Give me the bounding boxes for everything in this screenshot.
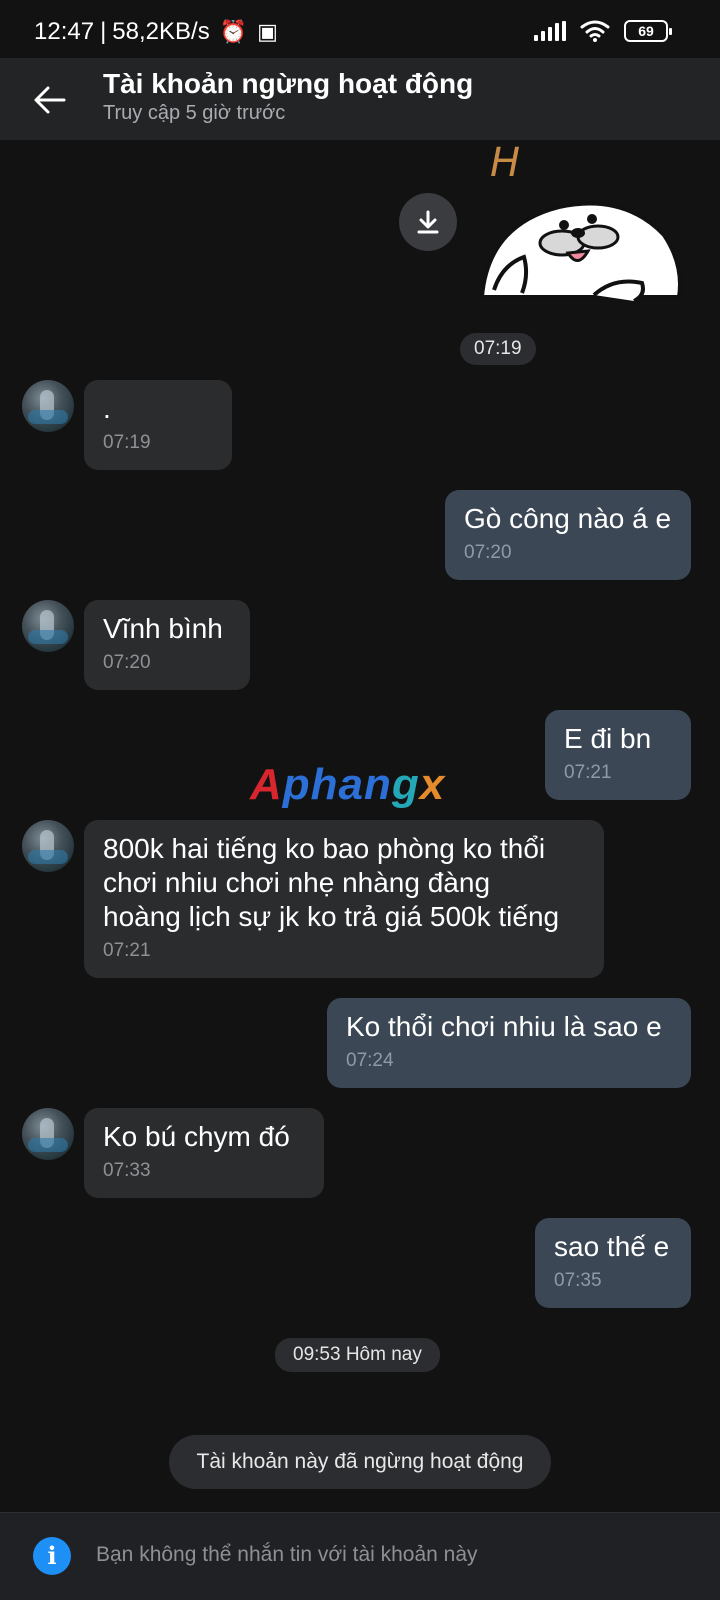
alarm-icon: ⏰ bbox=[219, 19, 248, 44]
message-time: 07:19 bbox=[103, 432, 151, 453]
back-button[interactable] bbox=[28, 78, 72, 122]
message-text: Ko bú chym đó bbox=[103, 1121, 290, 1152]
battery-icon: 69 bbox=[624, 20, 672, 42]
avatar[interactable] bbox=[22, 600, 74, 652]
date-separator: 09:53 Hôm nay bbox=[275, 1338, 440, 1372]
message-bubble-incoming[interactable]: . 07:19 bbox=[84, 380, 232, 470]
message-bubble-incoming[interactable]: Ko bú chym đó 07:33 bbox=[84, 1108, 324, 1198]
message-text: Gò công nào á e bbox=[464, 503, 672, 534]
message-bubble-incoming[interactable]: 800k hai tiếng ko bao phòng ko thổi chơi… bbox=[84, 820, 604, 978]
message-text: Vĩnh bình bbox=[103, 613, 223, 644]
avatar[interactable] bbox=[22, 380, 74, 432]
footer-notice: Bạn không thể nhắn tin với tài khoản này bbox=[96, 1543, 478, 1566]
message-bubble-outgoing[interactable]: Ko thổi chơi nhiu là sao e 07:24 bbox=[327, 998, 691, 1088]
message-time: 07:20 bbox=[464, 542, 512, 563]
app-icon: ▣ bbox=[257, 19, 278, 44]
message-bubble-outgoing[interactable]: Gò công nào á e 07:20 bbox=[445, 490, 691, 580]
last-seen: Truy cập 5 giờ trước bbox=[103, 102, 286, 124]
status-right: 69 bbox=[534, 20, 672, 42]
message-text: 800k hai tiếng ko bao phòng ko thổi chơi… bbox=[103, 833, 560, 932]
chat-area[interactable]: H 07:19 . 07:19 Gò công nào á e 07:20 Vĩ… bbox=[0, 140, 720, 1512]
status-left: 12:47 | 58,2KB/s ⏰ ▣ bbox=[34, 18, 278, 46]
message-time: 07:21 bbox=[103, 940, 151, 961]
sticker-letter: H bbox=[490, 140, 521, 186]
download-icon bbox=[417, 210, 439, 234]
chat-header: Tài khoản ngừng hoạt động Truy cập 5 giờ… bbox=[0, 58, 720, 140]
message-text: sao thế e bbox=[554, 1231, 670, 1262]
avatar[interactable] bbox=[22, 1108, 74, 1160]
network-speed: 58,2KB/s bbox=[112, 18, 210, 45]
signal-icon bbox=[534, 21, 566, 41]
message-text: Ko thổi chơi nhiu là sao e bbox=[346, 1011, 662, 1042]
status-bar: 12:47 | 58,2KB/s ⏰ ▣ 69 bbox=[0, 0, 720, 58]
message-bubble-incoming[interactable]: Vĩnh bình 07:20 bbox=[84, 600, 250, 690]
contact-name[interactable]: Tài khoản ngừng hoạt động bbox=[103, 68, 473, 100]
message-text: . bbox=[103, 393, 111, 424]
download-button[interactable] bbox=[399, 193, 457, 251]
message-time: 07:33 bbox=[103, 1160, 151, 1181]
seal-sticker[interactable] bbox=[474, 195, 689, 320]
chat-footer: i Bạn không thể nhắn tin với tài khoản n… bbox=[0, 1512, 720, 1600]
avatar[interactable] bbox=[22, 820, 74, 872]
system-notice: Tài khoản này đã ngừng hoạt động bbox=[169, 1435, 551, 1489]
message-text: E đi bn bbox=[564, 723, 652, 754]
message-time: 07:21 bbox=[564, 762, 612, 783]
clock: 12:47 bbox=[34, 18, 95, 45]
wifi-icon bbox=[580, 20, 610, 42]
watermark-logo: Aphangx bbox=[250, 760, 446, 809]
time-separator: 07:19 bbox=[460, 333, 536, 365]
message-time: 07:35 bbox=[554, 1270, 602, 1291]
separator: | bbox=[100, 18, 107, 45]
message-bubble-outgoing[interactable]: E đi bn 07:21 bbox=[545, 710, 691, 800]
message-time: 07:24 bbox=[346, 1050, 394, 1071]
message-time: 07:20 bbox=[103, 652, 151, 673]
info-icon: i bbox=[33, 1537, 71, 1575]
message-bubble-outgoing[interactable]: sao thế e 07:35 bbox=[535, 1218, 691, 1308]
arrow-left-icon bbox=[34, 86, 66, 114]
